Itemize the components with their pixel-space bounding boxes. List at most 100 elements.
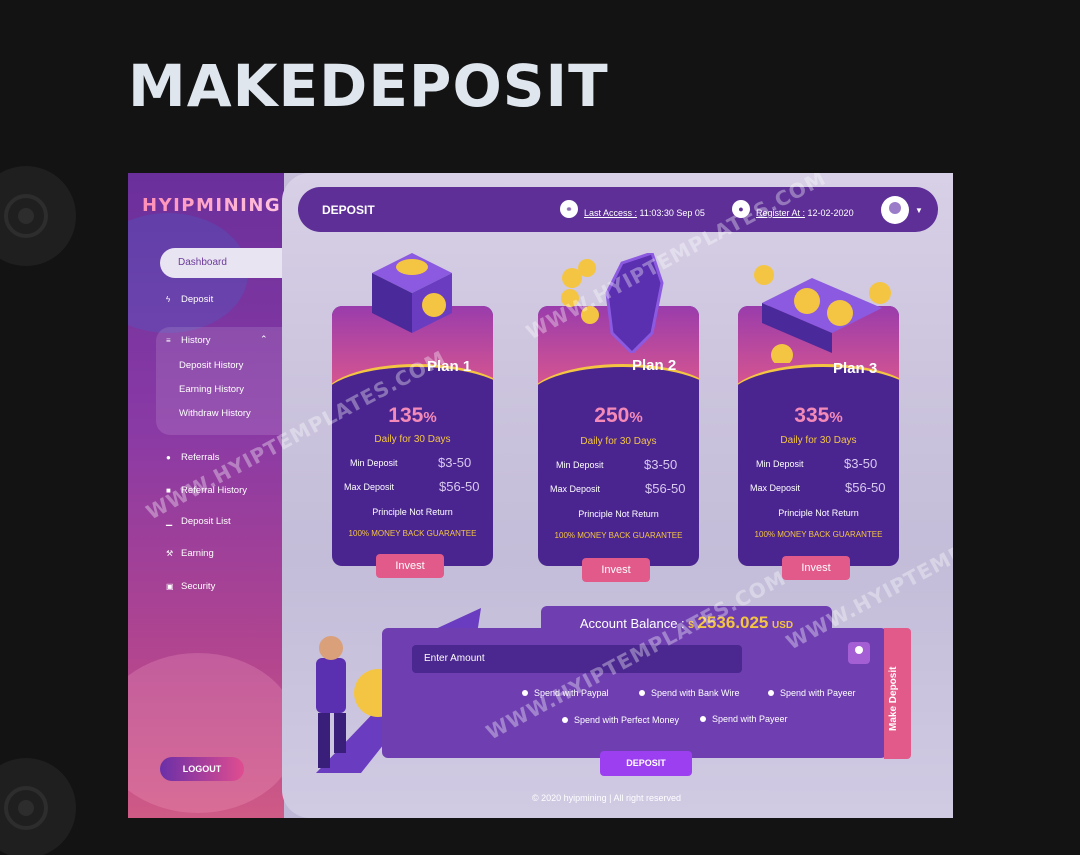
- plan-name: Plan 2: [632, 357, 677, 374]
- register-at: ● Register At : 12-02-2020: [732, 200, 854, 222]
- shutter-decoration: [0, 166, 76, 266]
- min-deposit-label: Min Deposit: [556, 460, 604, 470]
- invest-button-3[interactable]: Invest: [782, 556, 850, 580]
- user-icon[interactable]: [848, 642, 870, 664]
- amount-input[interactable]: Enter Amount: [412, 645, 742, 673]
- sidebar-item-label: Earning: [181, 548, 214, 559]
- globe-icon: ●: [166, 453, 171, 462]
- bolt-icon: ϟ: [166, 295, 171, 304]
- option-perfect-money[interactable]: Spend with Perfect Money: [562, 715, 679, 725]
- radio-icon: [700, 716, 706, 722]
- wrench-icon: ⚒: [166, 549, 174, 558]
- chevron-down-icon[interactable]: ▼: [915, 206, 923, 215]
- register-value: 12-02-2020: [805, 208, 854, 218]
- logout-button[interactable]: LOGOUT: [160, 757, 244, 781]
- sidebar-item-dashboard[interactable]: Dashboard: [160, 248, 284, 278]
- option-label: Spend with Payeer: [712, 714, 788, 724]
- lock-icon: ▣: [166, 582, 174, 591]
- sidebar-item-label: Referral History: [181, 485, 247, 496]
- last-access: ⚭ Last Access : 11:03:30 Sep 05: [560, 200, 705, 222]
- sidebar-item-label: Deposit: [181, 294, 214, 305]
- plan-percent: 135%: [332, 404, 493, 428]
- option-payeer[interactable]: Spend with Payeer: [768, 688, 856, 698]
- plan-percent: 250%: [538, 404, 699, 428]
- sidebar: HYIPMINING Dashboard ϟ Deposit ≡ History…: [128, 173, 284, 818]
- sidebar-item-referrals[interactable]: ● Referrals: [166, 452, 220, 463]
- pin-icon: ●: [732, 200, 750, 218]
- option-label: Spend with Bank Wire: [651, 688, 740, 698]
- register-label: Register At :: [756, 208, 806, 218]
- guarantee-text: 100% MONEY BACK GUARANTEE: [348, 529, 477, 538]
- sidebar-item-earning[interactable]: ⚒ Earning: [166, 548, 214, 559]
- sidebar-item-referral-history[interactable]: ■ Referral History: [166, 485, 247, 496]
- sidebar-item-deposit-list[interactable]: ▁ Deposit List: [166, 516, 231, 527]
- topbar-title: DEPOSIT: [322, 203, 375, 217]
- option-bank-wire[interactable]: Spend with Bank Wire: [639, 688, 740, 698]
- avatar[interactable]: [881, 196, 909, 224]
- radio-icon: [522, 690, 528, 696]
- radio-icon: [639, 690, 645, 696]
- plan-name: Plan 1: [427, 358, 472, 375]
- deposit-submit-button[interactable]: DEPOSIT: [600, 751, 692, 776]
- plan-card-1: Plan 1 135% Daily for 30 Days Min Deposi…: [332, 306, 493, 566]
- max-deposit-label: Max Deposit: [550, 484, 601, 494]
- max-deposit-label: Max Deposit: [750, 483, 801, 493]
- shutter-decoration: [0, 758, 76, 855]
- sidebar-item-deposit[interactable]: ϟ Deposit: [166, 294, 213, 305]
- last-access-text: Last Access : 11:03:30 Sep 05: [584, 208, 705, 218]
- sidebar-item-history[interactable]: ≡ History: [166, 335, 211, 346]
- plan-daily: Daily for 30 Days: [780, 435, 857, 446]
- plan-percent: 335%: [738, 404, 899, 428]
- sidebar-subitem-deposit-history[interactable]: Deposit History: [179, 360, 243, 371]
- plan-percent-value: 135: [388, 404, 424, 427]
- sidebar-item-label: Deposit List: [181, 516, 231, 527]
- plan-daily: Daily for 30 Days: [374, 434, 451, 445]
- sidebar-subitem-earning-history[interactable]: Earning History: [179, 384, 244, 395]
- sidebar-item-security[interactable]: ▣ Security: [166, 581, 215, 592]
- max-deposit-value: $56-50: [845, 480, 886, 495]
- radio-icon: [562, 717, 568, 723]
- sidebar-item-label: History: [181, 335, 211, 346]
- topbar: DEPOSIT ⚭ Last Access : 11:03:30 Sep 05 …: [298, 187, 938, 232]
- min-deposit-value: $3-50: [438, 455, 472, 470]
- safe-box-icon: [372, 253, 452, 333]
- shield-coins-icon: [561, 253, 664, 353]
- guarantee-text: 100% MONEY BACK GUARANTEE: [754, 530, 883, 539]
- plan-percent-value: 335: [794, 404, 830, 427]
- flower-decoration: [128, 653, 284, 813]
- shutter-icon: [4, 194, 48, 238]
- min-deposit-value: $3-50: [644, 457, 678, 472]
- make-deposit-tab[interactable]: Make Deposit: [884, 628, 911, 759]
- chart-icon: ▁: [166, 517, 173, 526]
- make-deposit-label: Make Deposit: [888, 666, 899, 731]
- invest-button-2[interactable]: Invest: [582, 558, 650, 582]
- mining-rig-icon: [754, 265, 891, 363]
- guarantee-text: 100% MONEY BACK GUARANTEE: [554, 531, 683, 540]
- invest-button-1[interactable]: Invest: [376, 554, 444, 578]
- main-content: DEPOSIT ⚭ Last Access : 11:03:30 Sep 05 …: [282, 173, 953, 818]
- option-payeer-2[interactable]: Spend with Payeer: [700, 714, 788, 724]
- logo: HYIPMINING: [142, 195, 282, 216]
- footer-text: © 2020 hyipmining | All right reserved: [532, 793, 682, 803]
- template-preview: HYIPMINING Dashboard ϟ Deposit ≡ History…: [128, 173, 953, 818]
- chevron-up-icon[interactable]: ⌃: [260, 334, 268, 345]
- principle-text: Principle Not Return: [372, 507, 453, 517]
- option-paypal[interactable]: Spend with Paypal: [522, 688, 609, 698]
- sidebar-item-label: Security: [181, 581, 216, 592]
- min-deposit-label: Min Deposit: [350, 458, 398, 468]
- max-deposit-value: $56-50: [439, 479, 480, 494]
- last-access-value: 11:03:30 Sep 05: [637, 208, 705, 218]
- principle-text: Principle Not Return: [778, 508, 859, 518]
- shutter-icon: [4, 786, 48, 830]
- plan-percent-value: 250: [594, 404, 630, 427]
- briefcase-icon: ■: [166, 486, 171, 495]
- principle-text: Principle Not Return: [578, 509, 659, 519]
- plan-daily: Daily for 30 Days: [580, 436, 657, 447]
- option-label: Spend with Payeer: [780, 688, 856, 698]
- handshake-icon: ⚭: [560, 200, 578, 218]
- sidebar-subitem-withdraw-history[interactable]: Withdraw History: [179, 408, 251, 419]
- layers-icon: ≡: [166, 336, 171, 345]
- plan-percent-sign: %: [423, 409, 437, 426]
- min-deposit-value: $3-50: [844, 456, 878, 471]
- option-label: Spend with Paypal: [534, 688, 609, 698]
